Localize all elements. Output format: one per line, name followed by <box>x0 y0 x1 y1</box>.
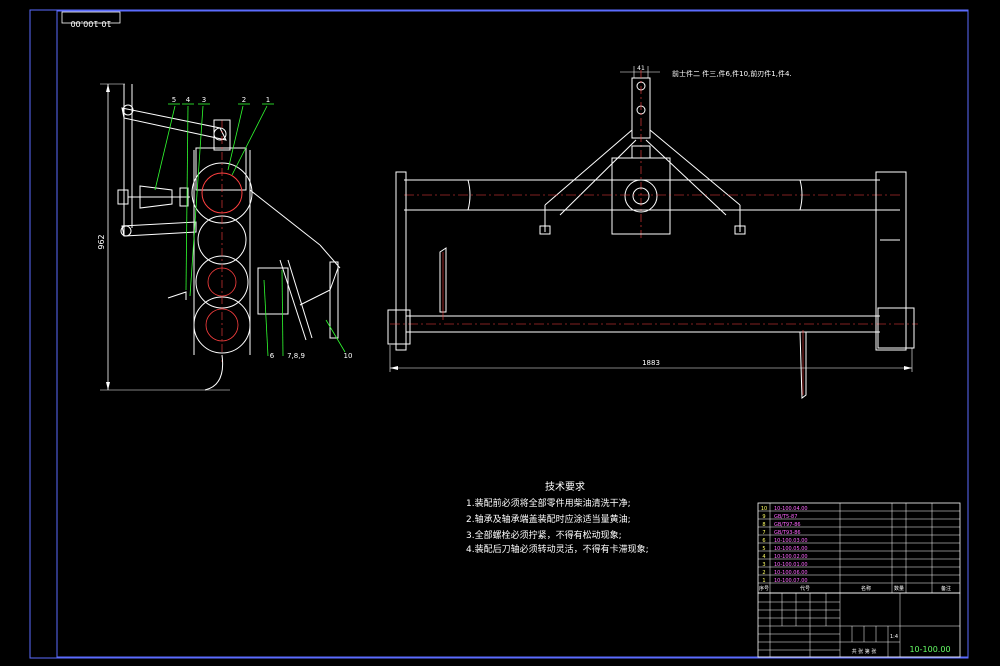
bom-row-2-code: 10-100.06.00 <box>774 570 808 576</box>
front-note: 前士件二 件三,件6,件10,前刃件1,件4. <box>672 69 792 78</box>
bom-row-7-code: GB/T93-86 <box>774 530 801 536</box>
bom-row-3-no: 3 <box>762 562 765 568</box>
tech-item-4: 4.装配后刀轴必须转动灵活，不得有卡滞现象; <box>466 543 649 555</box>
cad-drawing: 10-100.00 962 5 4 3 2 1 6 7,8,9 10 41 前士… <box>0 0 1000 666</box>
bom-row-1-no: 1 <box>762 578 765 584</box>
bom-row-9-no: 9 <box>762 514 765 520</box>
bom-row-7-no: 7 <box>762 530 765 536</box>
balloon-2: 2 <box>242 96 246 104</box>
balloon-1: 1 <box>266 96 270 104</box>
bom-row-4-code: 10-100.02.00 <box>774 554 808 560</box>
bom-row-2-no: 2 <box>762 570 765 576</box>
tech-title: 技术要求 <box>545 480 585 493</box>
balloon-3: 3 <box>202 96 206 104</box>
bom-row-10-code: 10-100.04.00 <box>774 506 808 512</box>
bom-row-3-code: 10-100.01.00 <box>774 562 808 568</box>
tech-item-3: 3.全部螺栓必须拧紧，不得有松动现象; <box>466 529 622 541</box>
bom-row-9-code: GB/T5-87 <box>774 514 797 520</box>
bom-row-5-code: 10-100.05.00 <box>774 546 808 552</box>
bom-row-8-code: GB/T97-86 <box>774 522 801 528</box>
bom-row-5-no: 5 <box>762 546 765 552</box>
title-scale: 1:4 <box>890 634 898 640</box>
balloon-6: 6 <box>270 352 275 360</box>
bom-row-4-no: 4 <box>762 554 765 560</box>
bom-header-qty: 数量 <box>894 585 904 592</box>
width-dimension: 1883 <box>642 359 660 367</box>
balloon-7-8-9: 7,8,9 <box>287 352 305 360</box>
tech-item-2: 2.轴承及轴承端盖装配时应涂适当量黄油; <box>466 513 631 525</box>
bom-header-note: 备注 <box>941 585 951 592</box>
bom-header-code: 代号 <box>800 585 810 592</box>
bom-row-10-no: 10 <box>761 506 767 512</box>
bom-row-8-no: 8 <box>762 522 765 528</box>
bom-row-6-code: 10-100.03.00 <box>774 538 808 544</box>
bom-header-no: 序号 <box>759 585 769 592</box>
side-dimension: 962 <box>97 234 106 249</box>
balloon-10: 10 <box>344 352 353 360</box>
bom-row-6-no: 6 <box>762 538 765 544</box>
title-drawing-number: 10-100.00 <box>909 645 950 654</box>
title-sheet: 共 张 第 张 <box>852 648 877 655</box>
balloon-4: 4 <box>186 96 191 104</box>
balloon-5: 5 <box>172 96 176 104</box>
bom-row-1-code: 10-100.07.00 <box>774 578 808 584</box>
tech-item-1: 1.装配前必须将全部零件用柴油清洗干净; <box>466 497 631 509</box>
rotated-drawing-number: 10-100.00 <box>70 19 111 28</box>
bom-header-name: 名称 <box>861 585 871 592</box>
